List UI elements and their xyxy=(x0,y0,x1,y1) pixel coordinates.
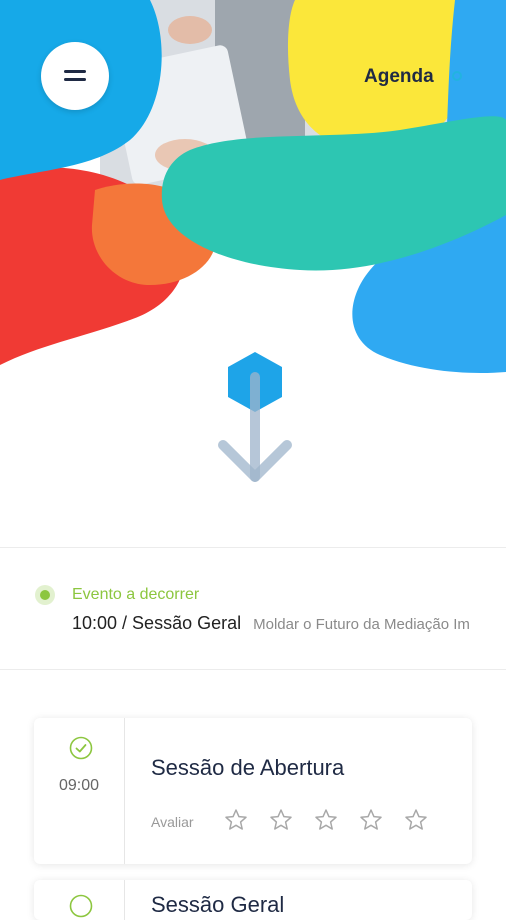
divider xyxy=(0,547,506,548)
card-divider xyxy=(124,880,125,920)
current-event-label: Evento a decorrer xyxy=(72,586,200,603)
current-event-description: Moldar o Futuro da Mediação Im xyxy=(253,616,470,633)
star-icon[interactable] xyxy=(224,808,248,832)
star-icon[interactable] xyxy=(359,808,383,832)
current-event-time-title: 10:00 / Sessão Geral xyxy=(72,613,242,633)
divider xyxy=(0,669,506,670)
scroll-down-arrow-icon[interactable] xyxy=(205,345,305,495)
agenda-item[interactable]: 09:00 Sessão de Abertura Avaliar xyxy=(34,718,472,864)
agenda-item-time: 09:00 xyxy=(58,777,100,794)
menu-button[interactable] xyxy=(41,42,109,110)
live-indicator-icon xyxy=(35,585,55,605)
star-icon[interactable] xyxy=(404,808,428,832)
current-event-session[interactable]: 10:00 / Sessão Geral Moldar o Futuro da M… xyxy=(72,613,506,634)
page-title: Agenda xyxy=(364,66,434,87)
star-icon[interactable] xyxy=(269,808,293,832)
title-dot-icon xyxy=(452,71,462,81)
rate-label: Avaliar xyxy=(151,814,194,830)
agenda-item[interactable]: Sessão Geral xyxy=(34,880,472,920)
agenda-item-title: Sessão Geral xyxy=(151,892,285,917)
menu-icon xyxy=(64,70,86,81)
star-icon[interactable] xyxy=(314,808,338,832)
rating-stars xyxy=(224,808,428,832)
check-circle-icon xyxy=(69,894,93,918)
agenda-item-title: Sessão de Abertura xyxy=(151,755,345,780)
check-circle-icon xyxy=(69,736,93,760)
card-divider xyxy=(124,718,125,864)
